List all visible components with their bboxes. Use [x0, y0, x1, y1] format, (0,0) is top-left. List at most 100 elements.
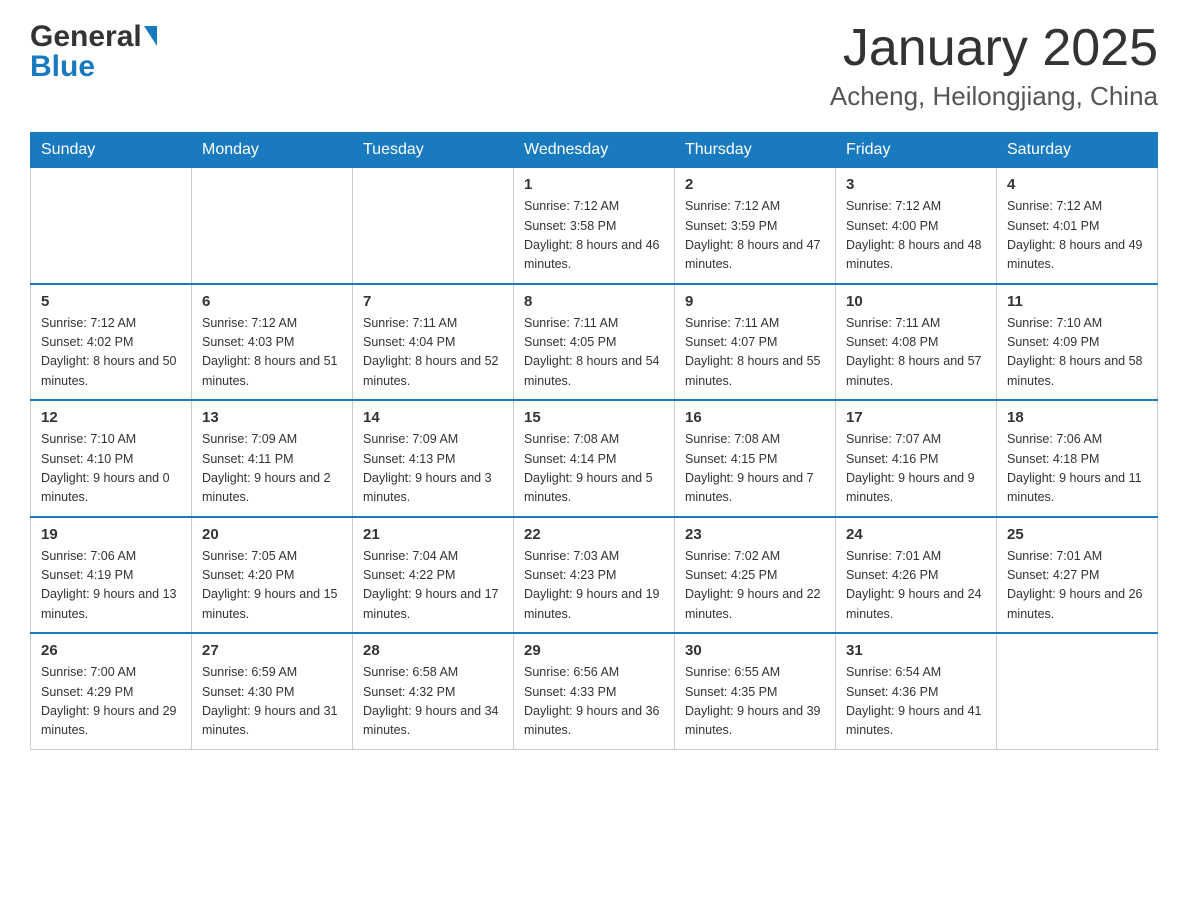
- calendar-day-cell: 14 Sunrise: 7:09 AM Sunset: 4:13 PM Dayli…: [353, 400, 514, 517]
- calendar-day-cell: 21 Sunrise: 7:04 AM Sunset: 4:22 PM Dayli…: [353, 517, 514, 634]
- day-number: 12: [41, 409, 181, 426]
- day-number: 25: [1007, 526, 1147, 543]
- day-info: Sunrise: 7:08 AM Sunset: 4:14 PM Dayligh…: [524, 430, 664, 508]
- day-number: 26: [41, 642, 181, 659]
- day-number: 21: [363, 526, 503, 543]
- day-number: 4: [1007, 176, 1147, 193]
- day-number: 11: [1007, 293, 1147, 310]
- day-info: Sunrise: 6:56 AM Sunset: 4:33 PM Dayligh…: [524, 663, 664, 741]
- day-info: Sunrise: 7:05 AM Sunset: 4:20 PM Dayligh…: [202, 547, 342, 625]
- day-number: 13: [202, 409, 342, 426]
- day-info: Sunrise: 6:54 AM Sunset: 4:36 PM Dayligh…: [846, 663, 986, 741]
- day-info: Sunrise: 7:10 AM Sunset: 4:09 PM Dayligh…: [1007, 314, 1147, 392]
- day-info: Sunrise: 7:11 AM Sunset: 4:07 PM Dayligh…: [685, 314, 825, 392]
- calendar-day-cell: 16 Sunrise: 7:08 AM Sunset: 4:15 PM Dayli…: [675, 400, 836, 517]
- day-number: 17: [846, 409, 986, 426]
- page-header: General Blue January 2025 Acheng, Heilon…: [30, 20, 1158, 112]
- day-info: Sunrise: 7:03 AM Sunset: 4:23 PM Dayligh…: [524, 547, 664, 625]
- calendar-week-row: 19 Sunrise: 7:06 AM Sunset: 4:19 PM Dayli…: [31, 517, 1158, 634]
- calendar-day-cell: 15 Sunrise: 7:08 AM Sunset: 4:14 PM Dayli…: [514, 400, 675, 517]
- day-number: 24: [846, 526, 986, 543]
- day-number: 6: [202, 293, 342, 310]
- calendar-day-cell: 8 Sunrise: 7:11 AM Sunset: 4:05 PM Daylig…: [514, 284, 675, 401]
- day-number: 30: [685, 642, 825, 659]
- calendar-day-cell: 1 Sunrise: 7:12 AM Sunset: 3:58 PM Daylig…: [514, 168, 675, 284]
- calendar-day-cell: 3 Sunrise: 7:12 AM Sunset: 4:00 PM Daylig…: [836, 168, 997, 284]
- calendar-day-cell: 20 Sunrise: 7:05 AM Sunset: 4:20 PM Dayli…: [192, 517, 353, 634]
- calendar-day-cell: 30Sunrise: 6:55 AM Sunset: 4:35 PM Dayli…: [675, 633, 836, 749]
- day-number: 16: [685, 409, 825, 426]
- day-info: Sunrise: 7:09 AM Sunset: 4:13 PM Dayligh…: [363, 430, 503, 508]
- calendar-day-cell: 24Sunrise: 7:01 AM Sunset: 4:26 PM Dayli…: [836, 517, 997, 634]
- day-info: Sunrise: 7:12 AM Sunset: 3:58 PM Dayligh…: [524, 197, 664, 275]
- calendar-day-cell: 9 Sunrise: 7:11 AM Sunset: 4:07 PM Daylig…: [675, 284, 836, 401]
- calendar-day-cell: 31Sunrise: 6:54 AM Sunset: 4:36 PM Dayli…: [836, 633, 997, 749]
- calendar-day-cell: 28Sunrise: 6:58 AM Sunset: 4:32 PM Dayli…: [353, 633, 514, 749]
- day-info: Sunrise: 7:04 AM Sunset: 4:22 PM Dayligh…: [363, 547, 503, 625]
- calendar-day-cell: [353, 168, 514, 284]
- day-number: 22: [524, 526, 664, 543]
- calendar-day-cell: 4Sunrise: 7:12 AM Sunset: 4:01 PM Daylig…: [997, 168, 1158, 284]
- day-number: 23: [685, 526, 825, 543]
- calendar-week-row: 12 Sunrise: 7:10 AM Sunset: 4:10 PM Dayli…: [31, 400, 1158, 517]
- calendar-weekday-header: Wednesday: [514, 133, 675, 168]
- calendar-day-cell: 29 Sunrise: 6:56 AM Sunset: 4:33 PM Dayli…: [514, 633, 675, 749]
- calendar-day-cell: 12 Sunrise: 7:10 AM Sunset: 4:10 PM Dayli…: [31, 400, 192, 517]
- calendar-table: SundayMondayTuesdayWednesdayThursdayFrid…: [30, 132, 1158, 750]
- day-info: Sunrise: 7:08 AM Sunset: 4:15 PM Dayligh…: [685, 430, 825, 508]
- day-info: Sunrise: 7:12 AM Sunset: 4:00 PM Dayligh…: [846, 197, 986, 275]
- day-number: 10: [846, 293, 986, 310]
- day-info: Sunrise: 7:12 AM Sunset: 3:59 PM Dayligh…: [685, 197, 825, 275]
- calendar-day-cell: 27 Sunrise: 6:59 AM Sunset: 4:30 PM Dayli…: [192, 633, 353, 749]
- day-info: Sunrise: 7:00 AM Sunset: 4:29 PM Dayligh…: [41, 663, 181, 741]
- calendar-week-row: 26 Sunrise: 7:00 AM Sunset: 4:29 PM Dayli…: [31, 633, 1158, 749]
- day-number: 5: [41, 293, 181, 310]
- day-number: 19: [41, 526, 181, 543]
- day-number: 3: [846, 176, 986, 193]
- day-info: Sunrise: 7:12 AM Sunset: 4:02 PM Dayligh…: [41, 314, 181, 392]
- day-number: 8: [524, 293, 664, 310]
- calendar-day-cell: 11 Sunrise: 7:10 AM Sunset: 4:09 PM Dayli…: [997, 284, 1158, 401]
- day-number: 20: [202, 526, 342, 543]
- day-number: 29: [524, 642, 664, 659]
- calendar-day-cell: 7 Sunrise: 7:11 AM Sunset: 4:04 PM Daylig…: [353, 284, 514, 401]
- day-info: Sunrise: 7:11 AM Sunset: 4:05 PM Dayligh…: [524, 314, 664, 392]
- day-number: 27: [202, 642, 342, 659]
- logo-general-text: General: [30, 20, 142, 54]
- calendar-header-row: SundayMondayTuesdayWednesdayThursdayFrid…: [31, 133, 1158, 168]
- day-number: 2: [685, 176, 825, 193]
- logo-triangle-icon: [144, 26, 157, 46]
- day-info: Sunrise: 6:59 AM Sunset: 4:30 PM Dayligh…: [202, 663, 342, 741]
- day-info: Sunrise: 7:10 AM Sunset: 4:10 PM Dayligh…: [41, 430, 181, 508]
- calendar-weekday-header: Tuesday: [353, 133, 514, 168]
- day-info: Sunrise: 7:06 AM Sunset: 4:19 PM Dayligh…: [41, 547, 181, 625]
- calendar-day-cell: 17 Sunrise: 7:07 AM Sunset: 4:16 PM Dayli…: [836, 400, 997, 517]
- day-number: 15: [524, 409, 664, 426]
- calendar-day-cell: [997, 633, 1158, 749]
- day-info: Sunrise: 7:09 AM Sunset: 4:11 PM Dayligh…: [202, 430, 342, 508]
- day-info: Sunrise: 7:02 AM Sunset: 4:25 PM Dayligh…: [685, 547, 825, 625]
- calendar-day-cell: 10 Sunrise: 7:11 AM Sunset: 4:08 PM Dayli…: [836, 284, 997, 401]
- logo: General Blue: [30, 20, 157, 84]
- day-info: Sunrise: 7:11 AM Sunset: 4:08 PM Dayligh…: [846, 314, 986, 392]
- calendar-day-cell: 23 Sunrise: 7:02 AM Sunset: 4:25 PM Dayli…: [675, 517, 836, 634]
- calendar-day-cell: 5 Sunrise: 7:12 AM Sunset: 4:02 PM Daylig…: [31, 284, 192, 401]
- calendar-day-cell: 25 Sunrise: 7:01 AM Sunset: 4:27 PM Dayli…: [997, 517, 1158, 634]
- day-info: Sunrise: 7:06 AM Sunset: 4:18 PM Dayligh…: [1007, 430, 1147, 508]
- day-number: 7: [363, 293, 503, 310]
- day-number: 14: [363, 409, 503, 426]
- day-number: 1: [524, 176, 664, 193]
- day-number: 18: [1007, 409, 1147, 426]
- day-info: Sunrise: 7:01 AM Sunset: 4:27 PM Dayligh…: [1007, 547, 1147, 625]
- calendar-weekday-header: Friday: [836, 133, 997, 168]
- day-info: Sunrise: 7:11 AM Sunset: 4:04 PM Dayligh…: [363, 314, 503, 392]
- logo-blue-text: Blue: [30, 50, 95, 84]
- calendar-day-cell: 18 Sunrise: 7:06 AM Sunset: 4:18 PM Dayli…: [997, 400, 1158, 517]
- calendar-day-cell: 26 Sunrise: 7:00 AM Sunset: 4:29 PM Dayli…: [31, 633, 192, 749]
- calendar-title: January 2025: [830, 20, 1158, 77]
- day-number: 9: [685, 293, 825, 310]
- day-number: 28: [363, 642, 503, 659]
- day-info: Sunrise: 7:07 AM Sunset: 4:16 PM Dayligh…: [846, 430, 986, 508]
- calendar-weekday-header: Thursday: [675, 133, 836, 168]
- calendar-day-cell: [192, 168, 353, 284]
